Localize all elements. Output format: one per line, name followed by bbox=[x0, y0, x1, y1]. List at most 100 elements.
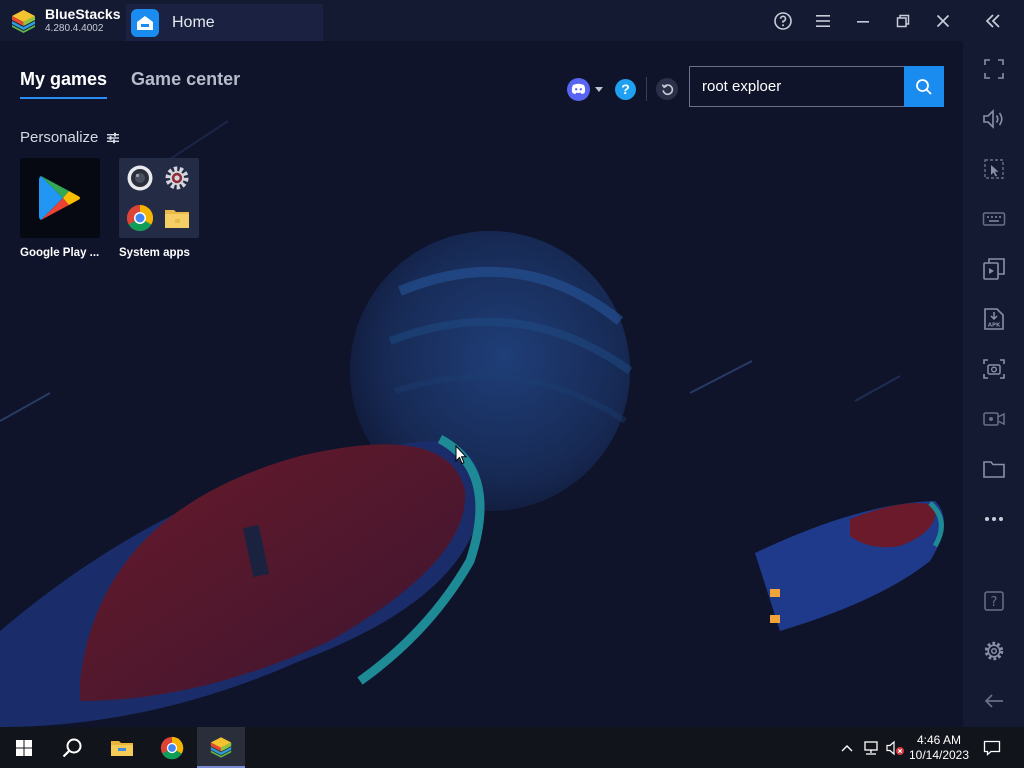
volume-muted-icon bbox=[886, 740, 904, 755]
fullscreen-icon bbox=[984, 59, 1004, 79]
top-actions: ? bbox=[567, 77, 678, 101]
main-tabs: My games Game center bbox=[20, 69, 264, 99]
help-center-button[interactable]: ? bbox=[615, 78, 636, 100]
back-button[interactable] bbox=[981, 688, 1007, 714]
taskbar-chrome[interactable] bbox=[148, 727, 196, 768]
notification-icon bbox=[983, 740, 1001, 756]
close-button[interactable] bbox=[932, 10, 954, 32]
pointer-icon bbox=[984, 159, 1004, 179]
app-grid: Google Play ... System apps bbox=[20, 158, 218, 259]
personalize-link[interactable]: Personalize bbox=[20, 129, 120, 146]
question-mark-icon: ? bbox=[621, 81, 630, 97]
refresh-button[interactable] bbox=[656, 78, 678, 100]
more-icon bbox=[985, 517, 1003, 521]
keyboard-controls-button[interactable] bbox=[981, 206, 1007, 232]
install-apk-button[interactable]: APK bbox=[981, 306, 1007, 332]
more-options-button[interactable] bbox=[981, 506, 1007, 532]
home-content: My games Game center ? Personalize bbox=[0, 41, 963, 727]
search-icon bbox=[916, 78, 932, 95]
taskbar-search-button[interactable] bbox=[48, 727, 96, 768]
restore-button[interactable] bbox=[892, 10, 914, 32]
discord-icon bbox=[571, 83, 586, 94]
volume-status-button[interactable] bbox=[884, 727, 906, 768]
screen-record-button[interactable] bbox=[981, 406, 1007, 432]
screenshot-button[interactable] bbox=[981, 356, 1007, 382]
settings-gear-icon bbox=[165, 166, 189, 190]
discord-dropdown-caret-icon[interactable] bbox=[595, 86, 603, 92]
windows-logo-icon bbox=[16, 739, 32, 756]
double-chevron-left-icon bbox=[985, 14, 1000, 28]
search-button[interactable] bbox=[904, 66, 944, 107]
screenshot-icon bbox=[983, 359, 1005, 379]
network-icon bbox=[864, 740, 878, 755]
taskbar-file-explorer[interactable] bbox=[98, 727, 146, 768]
volume-button[interactable] bbox=[981, 106, 1007, 132]
svg-text:APK: APK bbox=[988, 323, 1001, 329]
tab-home[interactable]: Home bbox=[126, 4, 323, 41]
background-artwork bbox=[0, 41, 963, 727]
app-label: System apps bbox=[119, 247, 190, 259]
brand: BlueStacks 4.280.4.4002 bbox=[10, 7, 120, 34]
media-folder-button[interactable] bbox=[981, 456, 1007, 482]
help-sidebar-button[interactable]: ? bbox=[981, 588, 1007, 614]
question-circle-icon bbox=[774, 12, 792, 30]
notifications-button[interactable] bbox=[980, 727, 1004, 768]
app-google-play[interactable]: Google Play ... bbox=[20, 158, 100, 259]
tab-my-games[interactable]: My games bbox=[20, 69, 108, 99]
close-icon bbox=[936, 14, 950, 28]
multi-instance-icon bbox=[983, 258, 1005, 280]
right-sidebar: APK ? bbox=[963, 41, 1024, 727]
folder-icon bbox=[983, 461, 1005, 478]
search-bar bbox=[689, 66, 944, 107]
pointer-mode-button[interactable] bbox=[981, 156, 1007, 182]
system-clock[interactable]: 4:46 AM 10/14/2023 bbox=[904, 733, 974, 763]
chrome-icon bbox=[160, 736, 184, 759]
volume-icon bbox=[983, 109, 1003, 129]
home-icon bbox=[131, 8, 159, 37]
clock-date: 10/14/2023 bbox=[908, 748, 970, 762]
bluestacks-window: BlueStacks 4.280.4.4002 Home My games Ga… bbox=[0, 0, 1024, 768]
title-bar: BlueStacks 4.280.4.4002 Home bbox=[0, 0, 1024, 41]
camera-icon bbox=[127, 165, 153, 191]
bluestacks-logo-icon bbox=[210, 736, 232, 758]
menu-button[interactable] bbox=[812, 10, 834, 32]
hamburger-icon bbox=[816, 15, 830, 27]
app-label: Google Play ... bbox=[20, 247, 100, 259]
restore-icon bbox=[896, 14, 910, 28]
app-system-apps[interactable]: System apps bbox=[119, 158, 199, 259]
settings-icon bbox=[984, 641, 1004, 661]
system-apps-folder-icon bbox=[119, 158, 199, 238]
minimize-icon bbox=[857, 21, 869, 23]
windows-taskbar: 4:46 AM 10/14/2023 bbox=[0, 727, 1024, 768]
back-icon bbox=[984, 694, 1003, 708]
start-button[interactable] bbox=[0, 727, 48, 768]
screen-record-icon bbox=[983, 412, 1005, 426]
svg-text:?: ? bbox=[991, 595, 998, 610]
file-explorer-icon bbox=[111, 740, 133, 756]
search-input[interactable] bbox=[689, 66, 904, 107]
discord-button[interactable] bbox=[567, 77, 590, 101]
personalize-label: Personalize bbox=[20, 129, 99, 146]
sliders-icon bbox=[107, 132, 120, 143]
apk-install-icon: APK bbox=[984, 308, 1004, 330]
multi-instance-button[interactable] bbox=[981, 256, 1007, 282]
chevron-up-icon bbox=[841, 744, 853, 751]
network-status-button[interactable] bbox=[860, 727, 882, 768]
fullscreen-button[interactable] bbox=[981, 56, 1007, 82]
settings-button[interactable] bbox=[981, 638, 1007, 664]
app-version: 4.280.4.4002 bbox=[45, 23, 104, 34]
help-button[interactable] bbox=[772, 10, 794, 32]
collapse-sidebar-button[interactable] bbox=[982, 10, 1004, 32]
google-play-icon bbox=[20, 158, 100, 238]
taskbar-bluestacks[interactable] bbox=[197, 727, 245, 768]
tab-game-center[interactable]: Game center bbox=[131, 69, 240, 99]
mouse-cursor-icon bbox=[455, 445, 467, 465]
show-hidden-icons-button[interactable] bbox=[838, 727, 856, 768]
file-manager-folder-icon bbox=[165, 210, 189, 228]
keyboard-icon bbox=[982, 212, 1006, 226]
clock-time: 4:46 AM bbox=[916, 733, 962, 747]
bluestacks-logo-icon bbox=[12, 9, 35, 33]
minimize-button[interactable] bbox=[852, 10, 874, 32]
chrome-icon bbox=[126, 204, 154, 232]
app-name: BlueStacks bbox=[45, 6, 121, 22]
